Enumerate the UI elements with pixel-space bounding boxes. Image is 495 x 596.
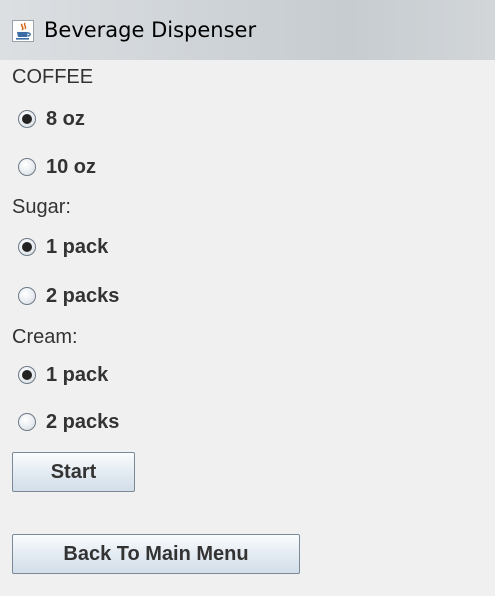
coffee-option-8oz[interactable]: 8 oz (18, 106, 85, 132)
window-title: Beverage Dispenser (44, 18, 257, 42)
radio-selected-icon (18, 110, 36, 128)
title-bar[interactable]: Beverage Dispenser (0, 0, 495, 60)
coffee-option-label: 8 oz (46, 107, 85, 130)
coffee-label: COFFEE (12, 66, 94, 88)
radio-unselected-icon (18, 287, 36, 305)
sugar-option-label: 2 packs (46, 284, 120, 307)
sugar-option-2-packs[interactable]: 2 packs (18, 283, 119, 309)
radio-unselected-icon (18, 413, 36, 431)
sugar-option-1-pack[interactable]: 1 pack (18, 234, 108, 260)
cream-option-label: 2 packs (46, 410, 120, 433)
coffee-option-label: 10 oz (46, 155, 97, 178)
beverage-dispenser-window: Beverage Dispenser COFFEE 8 oz 10 oz Sug… (0, 0, 495, 596)
cream-option-1-pack[interactable]: 1 pack (18, 362, 108, 388)
sugar-option-label: 1 pack (46, 235, 109, 258)
back-to-main-menu-button[interactable]: Back To Main Menu (12, 534, 300, 574)
coffee-option-10oz[interactable]: 10 oz (18, 154, 96, 180)
radio-selected-icon (18, 366, 36, 384)
start-button[interactable]: Start (12, 452, 135, 492)
radio-unselected-icon (18, 158, 36, 176)
cream-option-label: 1 pack (46, 363, 109, 386)
cream-option-2-packs[interactable]: 2 packs (18, 409, 119, 435)
java-cup-icon (12, 20, 34, 42)
cream-label: Cream: (12, 326, 78, 348)
radio-selected-icon (18, 238, 36, 256)
sugar-label: Sugar: (12, 196, 71, 218)
